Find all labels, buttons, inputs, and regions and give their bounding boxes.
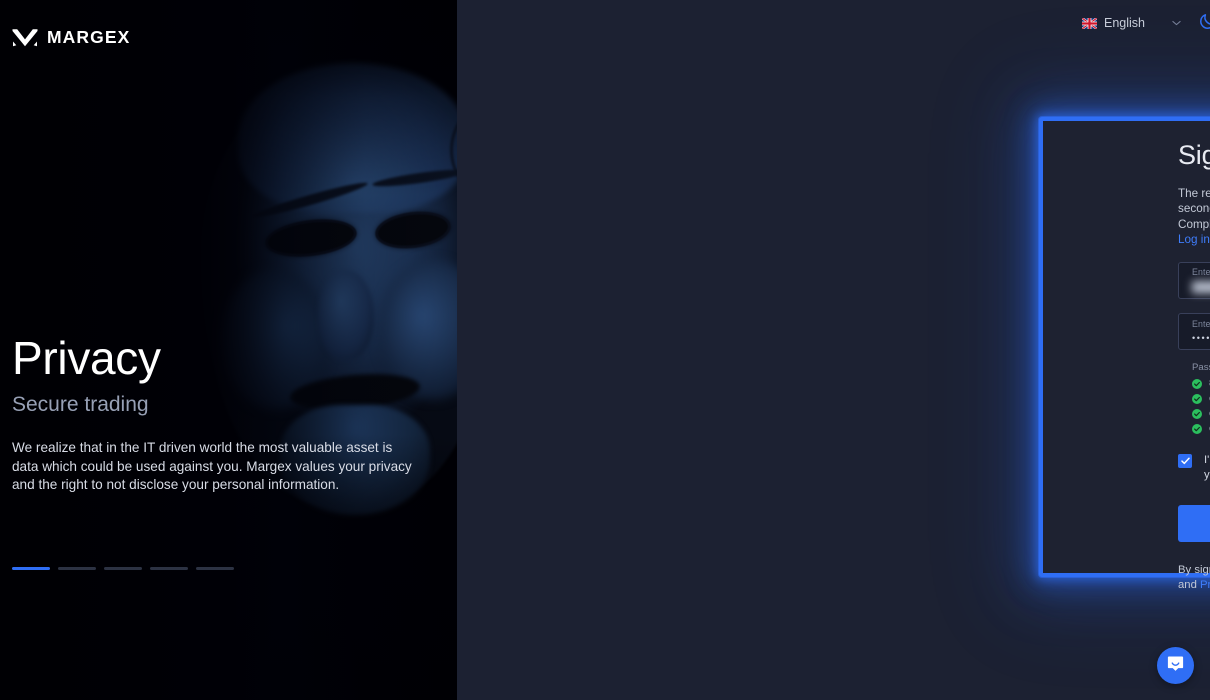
terms-middle: and bbox=[1178, 578, 1200, 591]
subtitle-line-1: The registration takes no more than 30 s… bbox=[1178, 186, 1210, 216]
password-field-value: ••••••••• bbox=[1192, 332, 1210, 343]
chevron-down-icon[interactable] bbox=[1152, 20, 1181, 26]
signup-card: Sign up The registration takes no more t… bbox=[1039, 117, 1210, 591]
terms-prefix: By signing up you agree with bbox=[1178, 563, 1210, 576]
email-field[interactable]: Enter your email ██████████████ ███ ███ bbox=[1178, 261, 1210, 299]
marketing-panel: MARGEX Privacy Secure trading We realize… bbox=[0, 0, 457, 700]
residency-checkbox[interactable] bbox=[1178, 452, 1192, 470]
check-circle-icon bbox=[1192, 423, 1202, 434]
signup-page: MARGEX Privacy Secure trading We realize… bbox=[0, 0, 1210, 700]
moon-icon bbox=[1199, 12, 1210, 35]
password-field-label: Enter your password bbox=[1192, 318, 1210, 329]
checkmark-icon bbox=[1180, 452, 1190, 470]
email-field-value: ██████████████ ███ ███ bbox=[1192, 280, 1210, 293]
language-selector[interactable]: English bbox=[1080, 12, 1183, 34]
privacy-policy-link[interactable]: Privacy Policy bbox=[1200, 579, 1210, 591]
marketing-copy: Privacy Secure trading We realize that i… bbox=[12, 334, 422, 495]
password-requirements-title: Password must contain: bbox=[1192, 361, 1210, 373]
password-requirements: Password must contain: 8-30 characters bbox=[1178, 362, 1210, 434]
signup-form: Sign up The registration takes no more t… bbox=[1178, 140, 1210, 593]
uk-flag-icon bbox=[1082, 17, 1097, 29]
chat-launcher-button[interactable] bbox=[1157, 647, 1194, 684]
top-bar: English bbox=[1080, 0, 1210, 46]
brand-logo[interactable]: MARGEX bbox=[12, 27, 130, 48]
chat-bubble-icon bbox=[1166, 654, 1185, 678]
email-field-label: Enter your email bbox=[1192, 266, 1210, 277]
slide-indicators[interactable] bbox=[12, 567, 234, 570]
marketing-body: We realize that in the IT driven world t… bbox=[12, 439, 412, 493]
language-label: English bbox=[1104, 16, 1145, 30]
margex-logo-icon bbox=[12, 28, 38, 47]
residency-consent: I'm not a resident of the countries wher… bbox=[1178, 453, 1210, 483]
marketing-title: Privacy bbox=[12, 332, 161, 385]
terms-notice: By signing up you agree with Terms of Se… bbox=[1178, 563, 1210, 593]
marketing-subtitle: Secure trading bbox=[12, 392, 149, 416]
check-circle-icon bbox=[1192, 378, 1202, 389]
check-circle-icon bbox=[1192, 408, 1202, 419]
slide-indicator-1[interactable] bbox=[12, 567, 50, 570]
slide-indicator-5[interactable] bbox=[196, 567, 234, 570]
slide-indicator-4[interactable] bbox=[150, 567, 188, 570]
brand-name: MARGEX bbox=[47, 27, 131, 47]
password-rule: one number bbox=[1192, 423, 1210, 434]
slide-indicator-3[interactable] bbox=[104, 567, 142, 570]
residency-consent-label[interactable]: I'm not a resident of the countries wher… bbox=[1204, 453, 1210, 483]
password-rule: 8-30 characters bbox=[1192, 378, 1210, 389]
password-rule: one lowercase letter bbox=[1192, 393, 1210, 404]
page-title: Sign up bbox=[1178, 140, 1210, 170]
password-rule: one uppercase letter bbox=[1192, 408, 1210, 419]
slide-indicator-2[interactable] bbox=[58, 567, 96, 570]
check-circle-icon bbox=[1192, 393, 1202, 404]
signup-subtitle: The registration takes no more than 30 s… bbox=[1178, 186, 1210, 248]
password-field[interactable]: Enter your password ••••••••• bbox=[1178, 312, 1210, 350]
signup-panel: English Sign up The r bbox=[457, 0, 1210, 700]
register-button[interactable]: REGISTER bbox=[1178, 504, 1210, 542]
subtitle-line-2: Complete 2 simple steps. bbox=[1178, 217, 1210, 231]
theme-toggle-button[interactable] bbox=[1197, 12, 1210, 34]
